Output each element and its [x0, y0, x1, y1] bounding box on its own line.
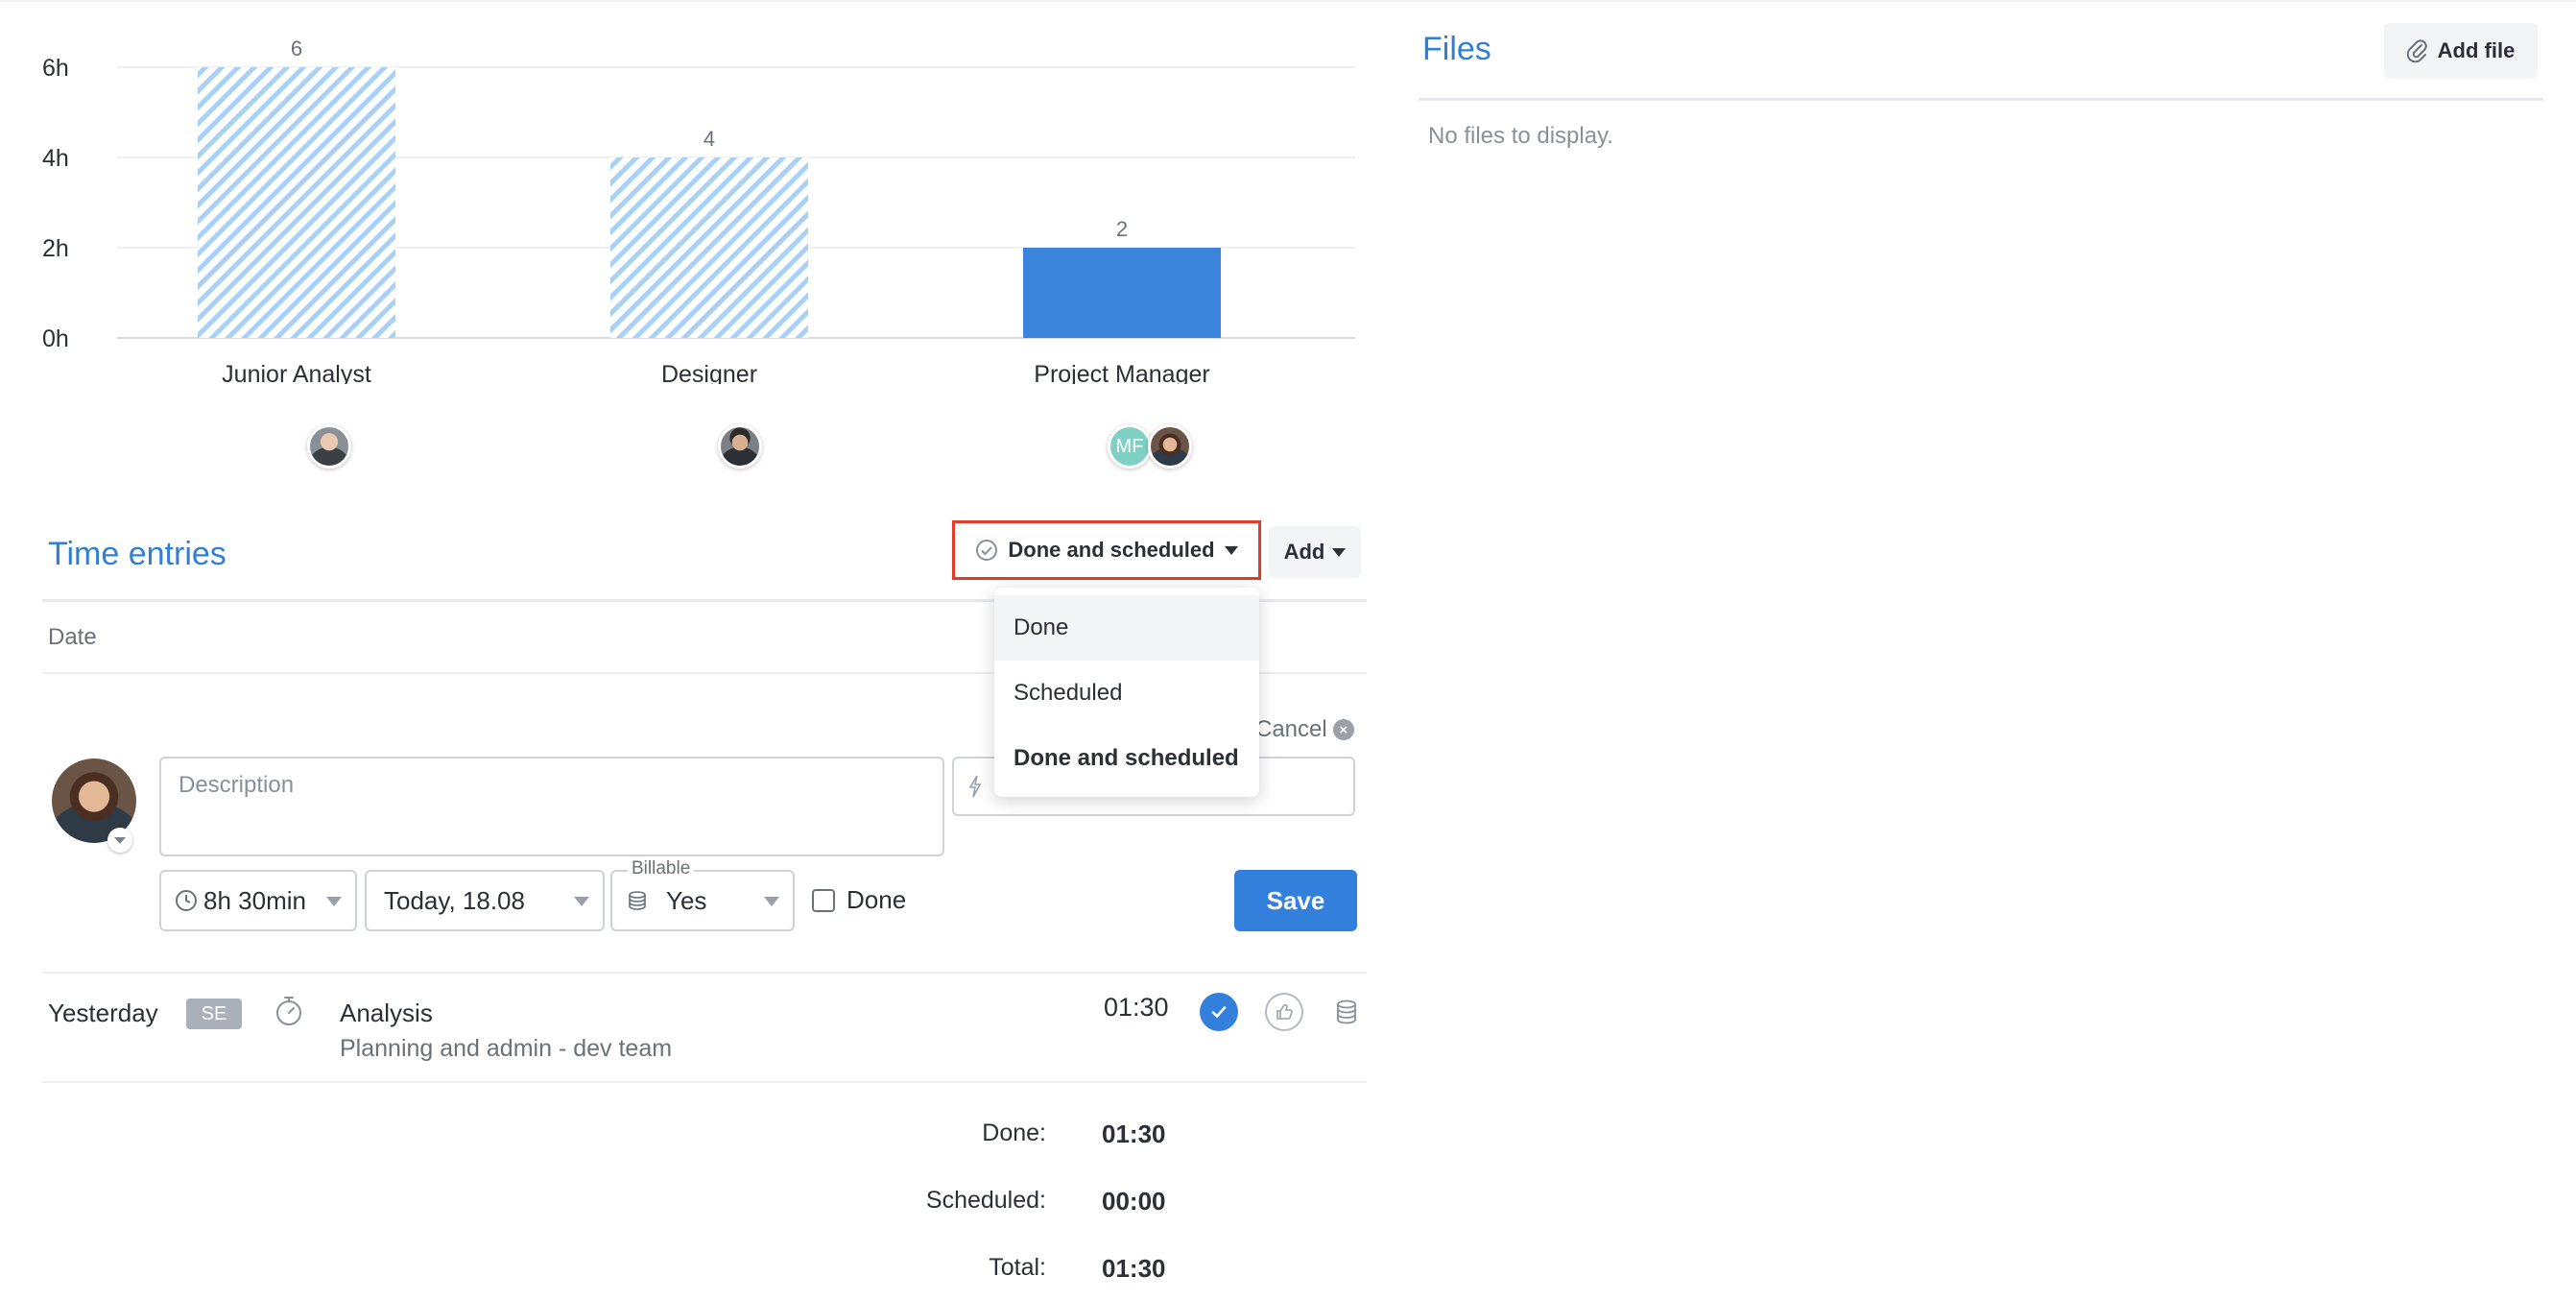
billable-coins-icon[interactable] — [1332, 997, 1361, 1027]
scheduled-total-label: Scheduled: — [925, 1187, 1046, 1214]
cancel-label: Cancel — [1255, 716, 1327, 742]
y-tick-label: 2h — [42, 235, 69, 262]
caret-down-icon — [574, 897, 589, 906]
entry-project: Planning and admin - dev team — [340, 1035, 673, 1062]
entry-duration[interactable]: 01:30 — [1104, 993, 1169, 1023]
billable-label: Billable — [628, 858, 695, 879]
billable-value: Yes — [666, 885, 707, 915]
stopwatch-icon[interactable] — [274, 995, 303, 1027]
done-total-label: Done: — [982, 1119, 1046, 1146]
form-divider — [42, 972, 1367, 974]
entry-divider — [42, 1081, 1367, 1083]
project-manager-initials-avatar[interactable]: MF — [1108, 424, 1152, 469]
cancel-button[interactable]: Cancel × — [1255, 716, 1354, 743]
add-entry-label: Add — [1283, 540, 1325, 564]
chevron-down-icon — [114, 836, 126, 844]
y-tick-label: 4h — [42, 145, 69, 172]
paperclip-icon — [2406, 39, 2427, 63]
scheduled-total-value: 00:00 — [1102, 1187, 1166, 1216]
entry-day: Yesterday — [48, 999, 158, 1027]
user-select-caret[interactable] — [107, 828, 132, 853]
duration-value: 8h 30min — [203, 885, 306, 915]
designer-avatar[interactable] — [718, 424, 762, 469]
filter-option-scheduled[interactable]: Scheduled — [994, 661, 1259, 726]
top-divider — [0, 0, 2576, 2]
bar-value-label: 4 — [704, 127, 715, 151]
save-button[interactable]: Save — [1234, 870, 1357, 931]
caret-down-icon — [326, 897, 342, 906]
entry-task-title[interactable]: Analysis — [340, 999, 433, 1028]
junior-analyst-avatar[interactable] — [307, 424, 351, 469]
y-tick-label: 6h — [42, 55, 69, 82]
bar-junior-analyst — [198, 67, 395, 338]
date-value: Today, 18.08 — [384, 885, 525, 915]
user-initials-badge: SE — [186, 999, 242, 1029]
caret-down-icon — [764, 897, 779, 906]
caret-down-icon — [1224, 545, 1238, 555]
bar-value-label: 6 — [291, 36, 302, 60]
grand-total-label: Total: — [989, 1254, 1046, 1281]
close-icon: × — [1332, 719, 1354, 740]
files-title: Files — [1422, 31, 1491, 67]
duration-select[interactable]: 8h 30min — [159, 870, 357, 931]
status-filter-button[interactable]: Done and scheduled — [952, 520, 1261, 580]
status-filter-dropdown: Done Scheduled Done and scheduled — [994, 588, 1259, 797]
done-checkbox-label[interactable]: Done — [847, 885, 906, 915]
category-label: Junior Analyst — [222, 361, 371, 384]
clock-icon — [176, 890, 197, 911]
date-select[interactable]: Today, 18.08 — [365, 870, 605, 931]
coins-icon — [629, 891, 646, 910]
project-manager-photo-avatar[interactable] — [1148, 424, 1192, 469]
category-label: Project Manager — [1034, 361, 1209, 384]
time-entries-title: Time entries — [48, 536, 227, 572]
check-circle-outline-icon — [976, 540, 998, 561]
bar-project-manager — [1023, 248, 1221, 338]
done-check-icon[interactable] — [1200, 993, 1238, 1031]
filter-option-done[interactable]: Done — [994, 595, 1259, 661]
grand-total-value: 01:30 — [1102, 1254, 1166, 1283]
done-checkbox[interactable] — [812, 889, 835, 912]
files-divider — [1419, 98, 2543, 101]
filter-option-done-and-scheduled[interactable]: Done and scheduled — [994, 726, 1259, 791]
description-input[interactable] — [159, 757, 944, 856]
approve-thumb-icon[interactable] — [1265, 993, 1303, 1031]
lightning-icon — [968, 775, 982, 798]
no-files-text: No files to display. — [1428, 123, 1613, 149]
add-file-button[interactable]: Add file — [2384, 23, 2538, 79]
add-file-label: Add file — [2437, 38, 2516, 62]
status-filter-label: Done and scheduled — [1008, 538, 1215, 562]
bar-value-label: 2 — [1116, 217, 1128, 241]
y-tick-label: 0h — [42, 325, 69, 352]
caret-down-icon — [1332, 547, 1347, 557]
done-total-value: 01:30 — [1102, 1119, 1166, 1148]
add-entry-button[interactable]: Add — [1269, 526, 1361, 578]
date-column-header[interactable]: Date — [48, 624, 97, 651]
category-label: Designer — [661, 361, 757, 384]
role-hours-chart: 0h 2h 4h 6h 6 4 2 Junior Analyst Designer Proje… — [42, 36, 1355, 384]
bar-designer — [610, 157, 808, 338]
